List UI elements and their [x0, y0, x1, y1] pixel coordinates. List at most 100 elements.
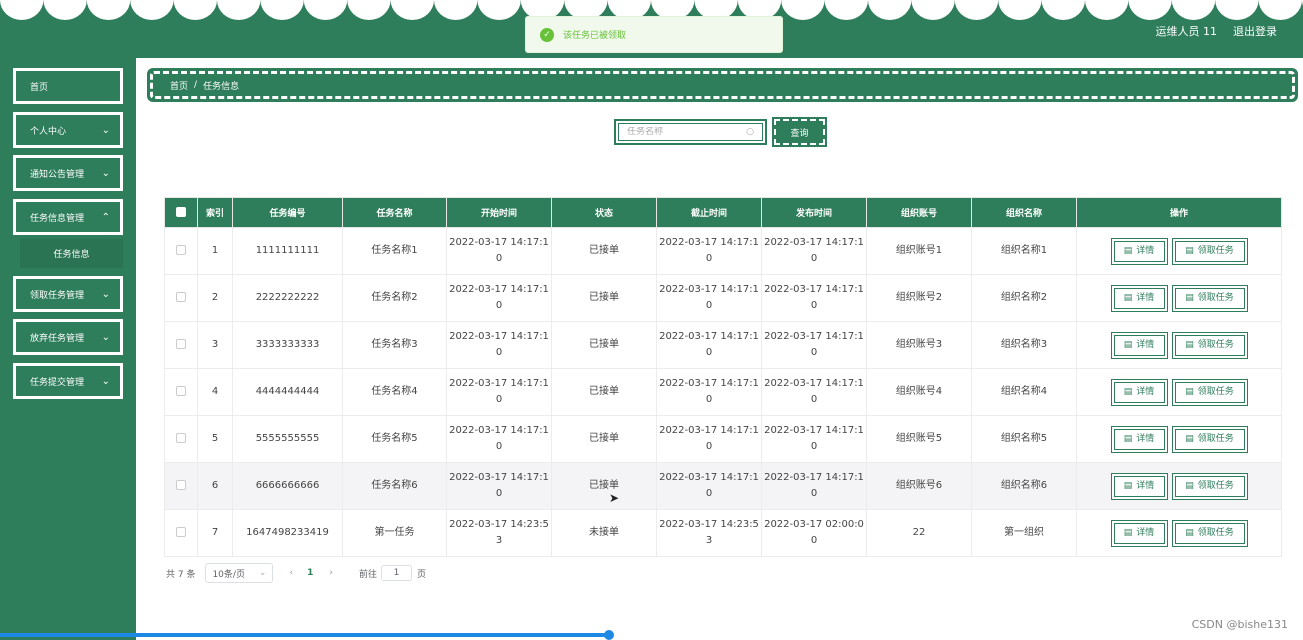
prev-page-icon[interactable]: ‹ — [289, 568, 293, 578]
publish-time-cell: 2022-03-17 14:17:1 0 — [761, 368, 867, 416]
start-time-cell: 2022-03-17 14:23:5 3 — [446, 509, 552, 557]
end-time-cell: 2022-03-17 14:17:1 0 — [656, 415, 762, 463]
next-page-icon[interactable]: › — [329, 568, 333, 578]
publish-time-line2: 0 — [810, 441, 818, 452]
sidebar-item-task-info-management[interactable]: 任务信息管理 ⌃ — [13, 199, 123, 235]
sidebar-item-notice-management[interactable]: 通知公告管理 ⌄ — [13, 155, 123, 191]
sidebar-item-label: 通知公告管理 — [30, 169, 85, 180]
org-name-cell: 组织名称4 — [971, 368, 1077, 416]
column-header: 发布时间 — [761, 197, 867, 228]
start-time-cell: 2022-03-17 14:17:1 0 — [446, 274, 552, 322]
end-time-cell: 2022-03-17 14:17:1 0 — [656, 321, 762, 369]
page-number[interactable]: 1 — [307, 568, 313, 578]
sidebar-item-personal-center[interactable]: 个人中心 ⌄ — [13, 112, 123, 148]
column-header: 索引 — [197, 197, 233, 228]
detail-button[interactable]: ▤ 详情 — [1110, 425, 1168, 453]
actions-cell: ▤ 详情 ▤ 领取任务 — [1076, 368, 1282, 416]
start-time-cell: 2022-03-17 14:17:1 0 — [446, 227, 552, 275]
claim-task-button[interactable]: ▤ 领取任务 — [1171, 378, 1248, 406]
document-icon: ▤ — [1123, 528, 1133, 538]
sidebar-subitem-label: 任务信息 — [53, 250, 90, 260]
video-progress-bar[interactable] — [0, 633, 612, 637]
end-time-line2: 0 — [705, 253, 713, 264]
start-time-line1: 2022-03-17 14:17:1 — [449, 331, 549, 342]
chevron-down-icon: ⌄ — [101, 168, 110, 179]
detail-button-label: 详情 — [1136, 246, 1155, 256]
detail-button[interactable]: ▤ 详情 — [1110, 519, 1168, 547]
chevron-down-icon: ⌄ — [101, 289, 110, 300]
task-code-cell: 2222222222 — [232, 274, 343, 322]
task-name-cell: 任务名称2 — [342, 274, 447, 322]
row-select-cell — [164, 415, 198, 463]
sidebar-subitem-task-info[interactable]: 任务信息 — [20, 239, 123, 268]
claim-task-button[interactable]: ▤ 领取任务 — [1171, 237, 1248, 265]
claim-task-button[interactable]: ▤ 领取任务 — [1171, 472, 1248, 500]
check-circle-icon: ✓ — [540, 27, 554, 42]
search-icon: ○ — [746, 127, 754, 137]
page-size-select[interactable]: 10条/页 ⌄ — [205, 563, 274, 583]
document-icon: ▤ — [1123, 340, 1133, 350]
publish-time-line2: 0 — [810, 535, 818, 546]
detail-button[interactable]: ▤ 详情 — [1110, 237, 1168, 265]
sidebar-item-label: 领取任务管理 — [30, 290, 85, 301]
sidebar-item-task-submit-management[interactable]: 任务提交管理 ⌄ — [13, 363, 123, 399]
goto-label: 前往 — [358, 569, 377, 580]
progress-handle[interactable] — [604, 630, 614, 640]
end-time-cell: 2022-03-17 14:17:1 0 — [656, 274, 762, 322]
document-icon: ▤ — [1185, 528, 1194, 538]
row-select-cell — [164, 462, 198, 510]
publish-time-line2: 0 — [810, 488, 818, 499]
publish-time-line1: 2022-03-17 14:17:1 — [764, 378, 864, 389]
detail-button-label: 详情 — [1136, 434, 1155, 444]
index-cell: 6 — [197, 462, 233, 510]
chevron-down-icon: ⌄ — [101, 125, 110, 136]
publish-time-line1: 2022-03-17 14:17:1 — [764, 237, 864, 248]
row-checkbox[interactable] — [176, 386, 186, 396]
claim-task-button-label: 领取任务 — [1197, 528, 1234, 538]
row-checkbox[interactable] — [176, 480, 186, 490]
row-checkbox[interactable] — [176, 245, 186, 255]
claim-task-button[interactable]: ▤ 领取任务 — [1171, 425, 1248, 453]
logout-link[interactable]: 退出登录 — [1233, 23, 1277, 39]
row-checkbox[interactable] — [176, 339, 186, 349]
sidebar-item-abandon-task-management[interactable]: 放弃任务管理 ⌄ — [13, 319, 123, 355]
column-header: 组织账号 — [866, 197, 972, 228]
column-header: 任务名称 — [342, 197, 447, 228]
org-account-cell: 组织账号1 — [866, 227, 972, 275]
actions-cell: ▤ 详情 ▤ 领取任务 — [1076, 321, 1282, 369]
query-button[interactable]: 查询 — [772, 117, 827, 147]
end-time-cell: 2022-03-17 14:23:5 3 — [656, 509, 762, 557]
index-cell: 7 — [197, 509, 233, 557]
detail-button[interactable]: ▤ 详情 — [1110, 378, 1168, 406]
detail-button-label: 详情 — [1136, 481, 1155, 491]
breadcrumb-current: 任务信息 — [203, 81, 240, 92]
goto-page-input[interactable]: 1 — [380, 565, 412, 581]
goto-suffix: 页 — [416, 569, 426, 580]
end-time-line1: 2022-03-17 14:17:1 — [659, 237, 759, 248]
start-time-line2: 3 — [495, 535, 503, 546]
start-time-line2: 0 — [495, 441, 503, 452]
detail-button[interactable]: ▤ 详情 — [1110, 331, 1168, 359]
end-time-line1: 2022-03-17 14:17:1 — [659, 378, 759, 389]
status-cell: 已接单 — [551, 321, 657, 369]
task-name-search-input[interactable] — [627, 127, 737, 137]
status-cell: 已接单 — [551, 462, 657, 510]
claim-task-button[interactable]: ▤ 领取任务 — [1171, 331, 1248, 359]
sidebar-item-home[interactable]: 首页 — [13, 68, 123, 104]
breadcrumb-home[interactable]: 首页 — [170, 79, 188, 92]
select-all-checkbox[interactable] — [176, 207, 186, 218]
task-code-cell: 1647498233419 — [232, 509, 343, 557]
document-icon: ▤ — [1123, 481, 1133, 491]
index-cell: 4 — [197, 368, 233, 416]
header-user-area: 运维人员 11 退出登录 — [1156, 23, 1278, 39]
detail-button[interactable]: ▤ 详情 — [1110, 284, 1168, 312]
sidebar-item-claim-task-management[interactable]: 领取任务管理 ⌄ — [13, 276, 123, 312]
claim-task-button[interactable]: ▤ 领取任务 — [1171, 519, 1248, 547]
column-header: 状态 — [551, 197, 657, 228]
claim-task-button[interactable]: ▤ 领取任务 — [1171, 284, 1248, 312]
row-checkbox[interactable] — [176, 292, 186, 302]
detail-button[interactable]: ▤ 详情 — [1110, 472, 1168, 500]
column-header: 开始时间 — [446, 197, 552, 228]
row-checkbox[interactable] — [176, 433, 186, 443]
row-checkbox[interactable] — [176, 527, 186, 537]
